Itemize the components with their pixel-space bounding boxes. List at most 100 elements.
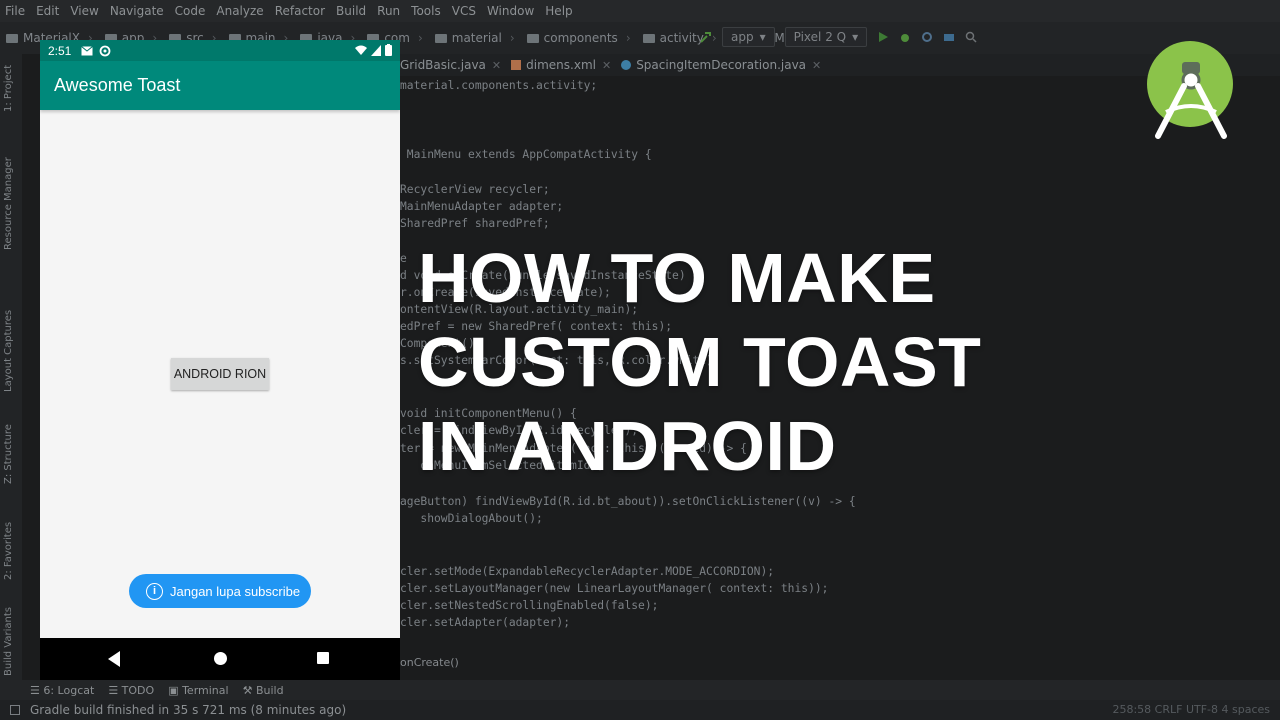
headline-line: HOW TO MAKE (418, 239, 936, 317)
menu-window[interactable]: Window (482, 4, 540, 18)
logcat-icon: ☰ (30, 683, 44, 697)
dropdown-icon: ▾ (759, 30, 766, 44)
layout-captures-tab[interactable]: Layout Captures (3, 310, 14, 392)
tab-label: GridBasic.java (400, 58, 486, 72)
breadcrumb-label: activity (659, 31, 704, 45)
info-icon: i (146, 582, 163, 600)
breadcrumb-label: components (543, 31, 618, 45)
tool-label: 6: Logcat (43, 683, 95, 697)
status-toggle-icon[interactable] (10, 705, 20, 715)
code-line: showDialogAbout(); (400, 512, 543, 525)
status-right-info: 258:58 CRLF UTF-8 4 spaces (1112, 703, 1270, 716)
ide-toolbar: app ▾ Pixel 2 Q ▾ (700, 27, 977, 47)
menu-tools[interactable]: Tools (406, 4, 447, 18)
recent-apps-icon[interactable] (317, 652, 329, 664)
sync-icon (99, 45, 111, 56)
chevron-right-icon: › (509, 31, 515, 45)
tab-dimens[interactable]: dimens.xml ✕ (511, 54, 621, 76)
phone-status-bar: 2:51 (40, 40, 400, 61)
build-tab[interactable]: ⚒ Build (243, 684, 284, 697)
code-line: MainMenuAdapter adapter; (400, 200, 564, 213)
terminal-tab[interactable]: ▣ Terminal (168, 684, 228, 697)
run-config-value: app (731, 30, 754, 44)
app-title: Awesome Toast (54, 75, 181, 95)
menu-refactor[interactable]: Refactor (270, 4, 331, 18)
headline-line: IN ANDROID (418, 407, 837, 485)
breadcrumb-item[interactable]: components › (521, 31, 637, 45)
close-icon[interactable]: ✕ (492, 59, 501, 72)
menu-run[interactable]: Run (372, 4, 406, 18)
android-rion-button[interactable]: ANDROID RION (171, 358, 269, 390)
resource-manager-tab[interactable]: Resource Manager (3, 157, 14, 250)
mail-icon (81, 45, 94, 55)
debug-icon[interactable] (899, 31, 911, 43)
chevron-right-icon: › (417, 31, 423, 45)
status-time: 2:51 (48, 43, 72, 58)
code-line: cler.setAdapter(adapter); (400, 616, 571, 629)
terminal-icon: ▣ (168, 683, 183, 697)
battery-icon (385, 44, 392, 56)
headline-line: CUSTOM TOAST (418, 323, 982, 401)
breadcrumb-label: material (451, 31, 502, 45)
favorites-tab[interactable]: 2: Favorites (3, 522, 14, 580)
back-icon[interactable] (108, 651, 120, 667)
profile-icon[interactable] (921, 31, 933, 43)
hammer-icon[interactable] (700, 31, 712, 43)
signal-icon (371, 44, 381, 56)
menu-vcs[interactable]: VCS (447, 4, 482, 18)
dropdown-icon: ▾ (852, 30, 859, 44)
phone-navigation-bar (40, 638, 400, 680)
tab-spacing-item-decoration[interactable]: SpacingItemDecoration.java ✕ (621, 54, 831, 76)
run-config-select[interactable]: app ▾ (722, 27, 775, 47)
tab-label: dimens.xml (526, 58, 596, 72)
class-icon (621, 60, 632, 70)
tab-label: SpacingItemDecoration.java (636, 58, 807, 72)
menu-help[interactable]: Help (540, 4, 578, 18)
code-line: ageButton) findViewById(R.id.bt_about)).… (400, 495, 856, 508)
breadcrumb-item[interactable]: material › (429, 31, 521, 45)
hammer-icon: ⚒ (242, 683, 256, 697)
tool-label: Terminal (182, 683, 229, 697)
project-panel-tab[interactable]: 1: Project (3, 65, 14, 112)
build-variants-tab[interactable]: Build Variants (3, 607, 14, 676)
close-icon[interactable]: ✕ (602, 59, 611, 72)
status-message: Gradle build finished in 35 s 721 ms (8 … (30, 703, 347, 717)
code-line: cler.setMode(ExpandableRecyclerAdapter.M… (400, 565, 775, 578)
xml-file-icon (511, 60, 522, 70)
device-value: Pixel 2 Q (793, 30, 847, 44)
structure-tab[interactable]: Z: Structure (3, 424, 14, 484)
list-icon: ☰ (108, 683, 122, 697)
code-line: cler.setLayoutManager(new LinearLayoutMa… (400, 582, 829, 595)
menu-analyze[interactable]: Analyze (211, 4, 269, 18)
menu-build[interactable]: Build (331, 4, 372, 18)
code-line: material.components.activity; (400, 79, 598, 92)
tool-label: Build (255, 683, 284, 697)
wifi-icon (355, 45, 367, 55)
menu-file[interactable]: File (0, 4, 31, 18)
device-select[interactable]: Pixel 2 Q ▾ (784, 27, 868, 47)
logcat-tab[interactable]: ☰ 6: Logcat (30, 684, 94, 697)
run-icon[interactable] (877, 31, 889, 43)
code-line: cler.setNestedScrollingEnabled(false); (400, 599, 659, 612)
ide-status-bar: Gradle build finished in 35 s 721 ms (8 … (0, 700, 1280, 720)
menu-code[interactable]: Code (170, 4, 212, 18)
home-icon[interactable] (214, 652, 227, 665)
code-line: SharedPref sharedPref; (400, 217, 550, 230)
tab-gridbasic[interactable]: GridBasic.java ✕ (400, 54, 511, 76)
bottom-tool-bar: ☰ 6: Logcat ☰ TODO ▣ Terminal ⚒ Build (0, 680, 1280, 700)
menu-view[interactable]: View (65, 4, 104, 18)
close-icon[interactable]: ✕ (812, 59, 821, 72)
tool-label: TODO (121, 683, 155, 697)
custom-toast: i Jangan lupa subscribe (129, 574, 311, 608)
method-breadcrumb[interactable]: onCreate() (400, 656, 459, 669)
search-icon[interactable] (965, 31, 977, 43)
folder-icon (526, 33, 539, 43)
sdk-manager-icon[interactable] (943, 31, 955, 43)
menu-edit[interactable]: Edit (31, 4, 65, 18)
chevron-right-icon: › (625, 31, 631, 45)
folder-icon (6, 33, 18, 43)
menu-navigate[interactable]: Navigate (105, 4, 170, 18)
left-tool-strip: 1: Project Resource Manager Layout Captu… (0, 54, 22, 680)
todo-tab[interactable]: ☰ TODO (108, 684, 154, 697)
code-line: RecyclerView recycler; (400, 183, 550, 196)
